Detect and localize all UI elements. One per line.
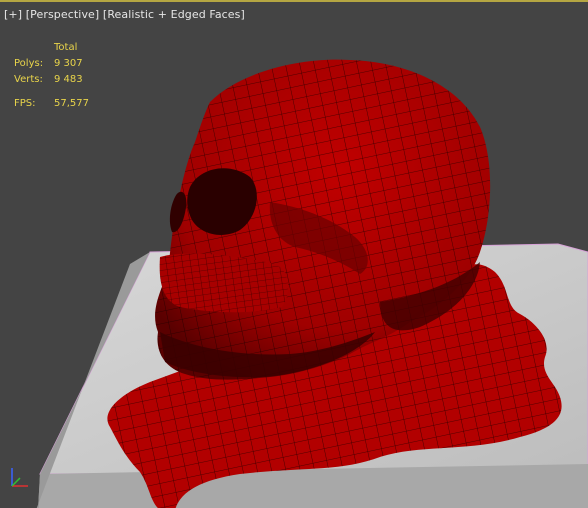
perspective-viewport[interactable]: [+] [Perspective] [Realistic + Edged Fac… — [0, 0, 588, 508]
statistics-overlay: Total Polys: 9 307 Verts: 9 483 FPS: 57,577 — [14, 40, 89, 112]
verts-label: Verts: — [14, 74, 43, 85]
verts-value: 9 483 — [54, 74, 83, 85]
viewport-label: [+] [Perspective] [Realistic + Edged Fac… — [4, 8, 245, 21]
axis-gizmo-icon — [11, 468, 28, 487]
polys-value: 9 307 — [54, 58, 83, 69]
viewport-menu-button[interactable]: [+] — [4, 8, 22, 21]
shading-mode-menu[interactable]: [Realistic + Edged Faces] — [103, 8, 245, 21]
view-type-menu[interactable]: [Perspective] — [26, 8, 100, 21]
stats-header: Total — [54, 42, 78, 53]
fps-value: 57,577 — [54, 98, 89, 109]
fps-label: FPS: — [14, 98, 36, 109]
polys-label: Polys: — [14, 58, 44, 69]
